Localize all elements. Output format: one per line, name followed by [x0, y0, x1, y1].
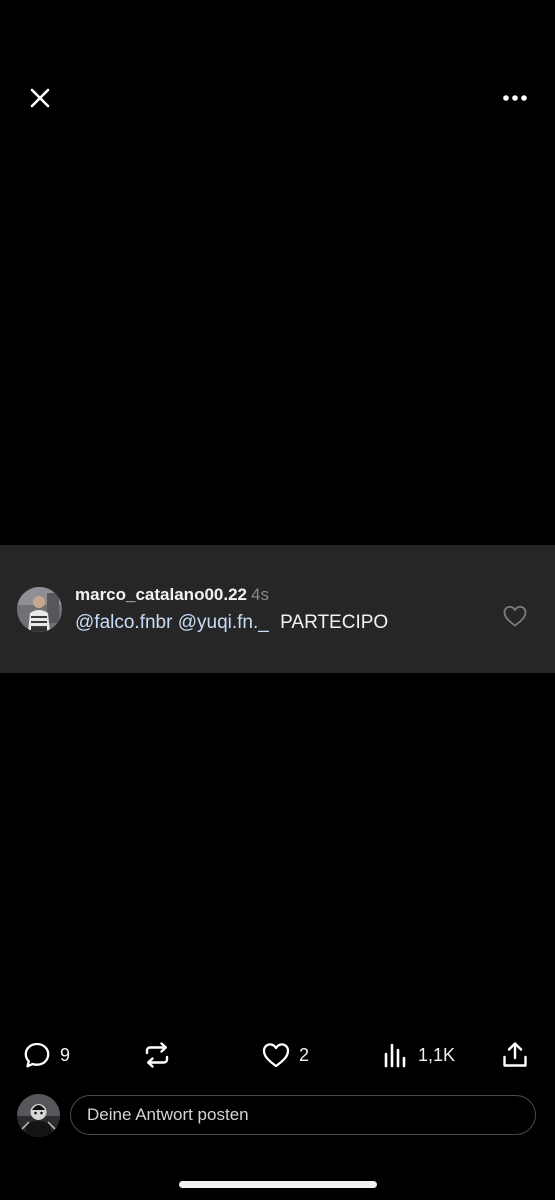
mention-link[interactable]: @falco.fnbr: [75, 612, 172, 633]
commenter-avatar[interactable]: [17, 587, 62, 632]
like-count: 2: [299, 1044, 310, 1065]
repost-icon: [145, 1042, 169, 1068]
post-action-bar: 9 2 1,1K: [0, 1035, 555, 1075]
mention-link[interactable]: @yuqi.fn._: [178, 612, 269, 633]
reply-count: 9: [60, 1044, 71, 1065]
heart-outline-icon: [262, 1043, 290, 1068]
comment-body: PARTECIPO: [280, 612, 389, 633]
comment-username[interactable]: marco_catalano00.22: [75, 585, 247, 604]
comment-card: marco_catalano00.22 4s @falco.fnbr @yuqi.…: [0, 545, 555, 673]
my-avatar[interactable]: [17, 1094, 60, 1137]
reply-composer: [0, 1093, 555, 1139]
close-button[interactable]: [24, 82, 56, 114]
views-button[interactable]: 1,1K: [382, 1035, 455, 1075]
share-icon: [503, 1042, 527, 1067]
repost-button[interactable]: [141, 1035, 173, 1075]
close-icon: [30, 88, 50, 108]
comment-like-button[interactable]: [502, 604, 528, 628]
more-options-button[interactable]: [498, 82, 532, 114]
views-count: 1,1K: [418, 1044, 456, 1065]
home-indicator[interactable]: [179, 1181, 377, 1188]
reply-input[interactable]: [70, 1095, 536, 1135]
screen: marco_catalano00.22 4s @falco.fnbr @yuqi.…: [0, 0, 555, 1200]
comment-time: 4s: [251, 585, 269, 604]
comment-icon: [24, 1042, 50, 1068]
more-horizontal-icon: [503, 95, 527, 101]
share-button[interactable]: [500, 1035, 530, 1075]
reply-button[interactable]: 9: [22, 1035, 70, 1075]
comment-meta: marco_catalano00.22 4s: [75, 585, 269, 605]
comment-text: @falco.fnbr @yuqi.fn._ PARTECIPO: [75, 611, 388, 635]
heart-outline-icon: [503, 605, 527, 627]
like-button[interactable]: 2: [261, 1035, 309, 1075]
bar-chart-icon: [384, 1043, 406, 1068]
